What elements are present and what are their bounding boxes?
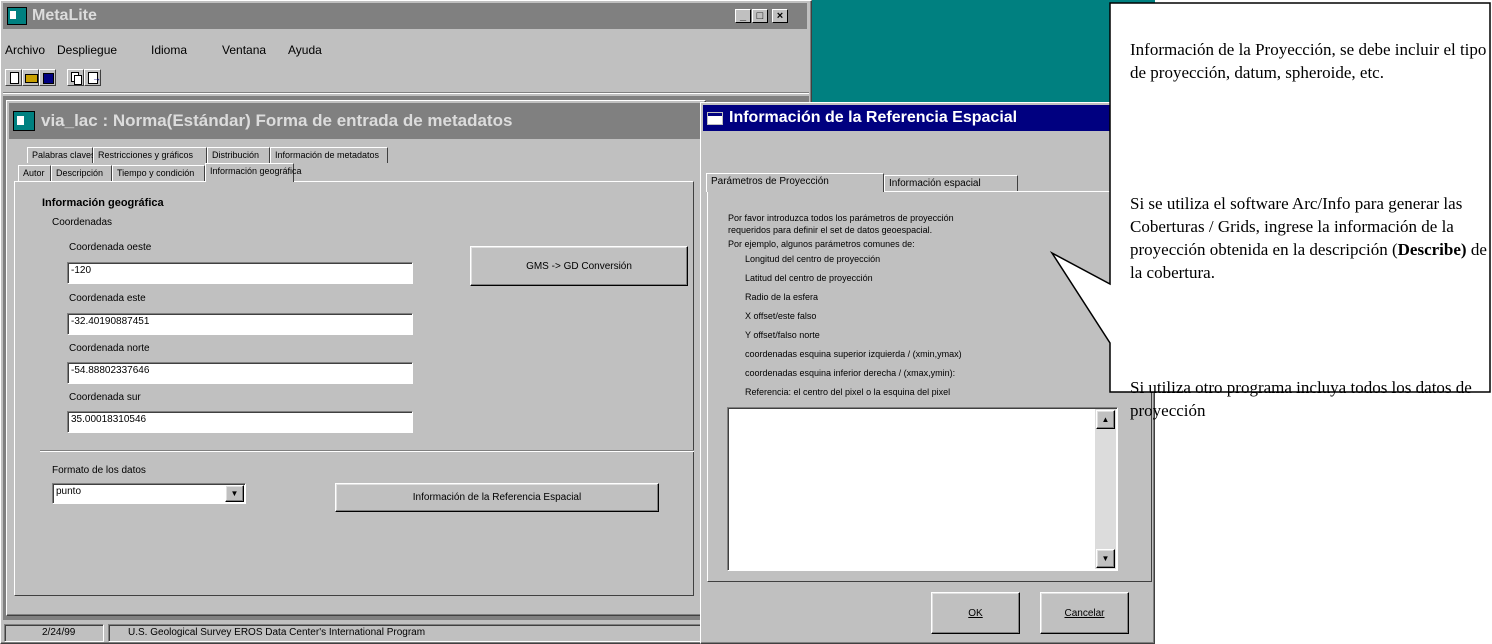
callout-shape xyxy=(1049,2,1491,393)
callout-para-2: Si se utiliza el software Arc/Info para … xyxy=(1130,194,1487,282)
tab-parametros-proyeccion[interactable]: Parámetros de Proyección xyxy=(706,173,884,192)
tab-info-geografica[interactable]: Información geográfica xyxy=(205,163,302,182)
callout-para-3: Si utiliza otro programa incluya todos l… xyxy=(1130,378,1472,420)
callout-para-1: Información de la Proyección, se debe in… xyxy=(1130,40,1487,82)
